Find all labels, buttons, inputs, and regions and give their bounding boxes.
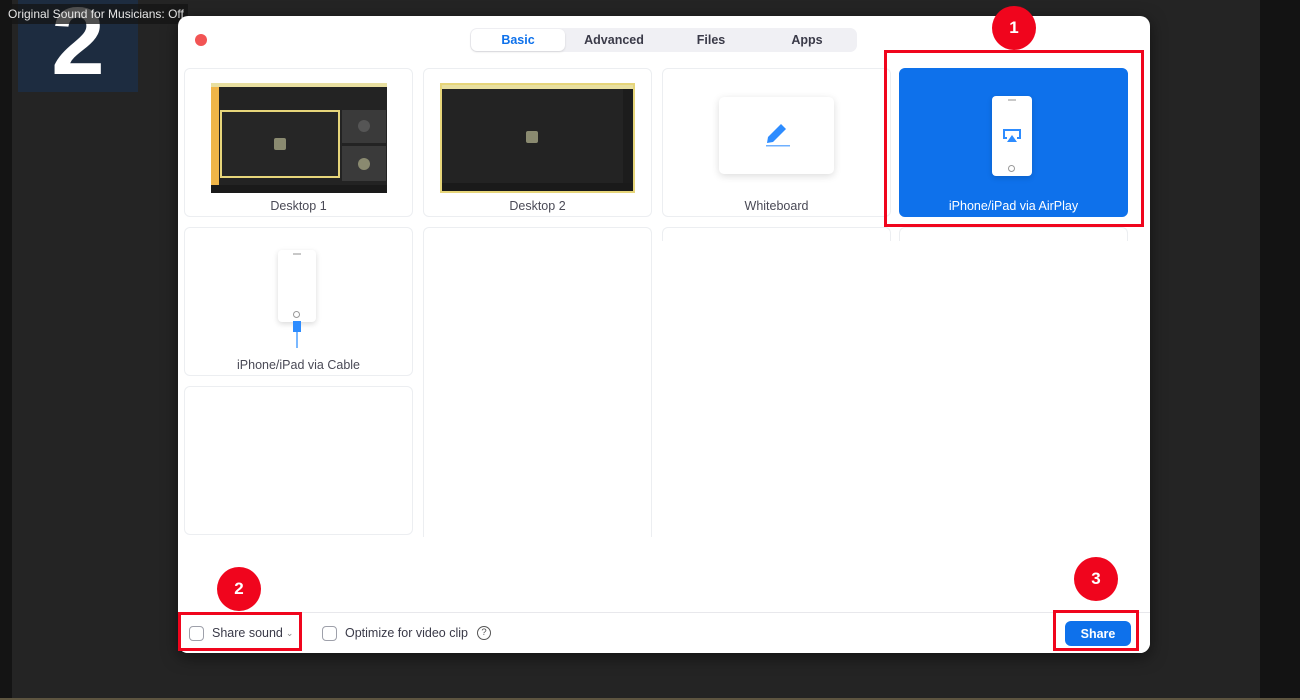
empty-slot	[899, 227, 1128, 241]
optimize-video-checkbox[interactable]	[322, 625, 337, 641]
left-edge-band	[0, 0, 12, 700]
empty-slot	[662, 227, 891, 241]
option-label: Whiteboard	[744, 199, 809, 213]
option-desktop-1[interactable]: Desktop 1	[184, 68, 413, 217]
phone-icon	[278, 250, 316, 322]
option-whiteboard[interactable]: Whiteboard	[662, 68, 891, 217]
optimize-video-option[interactable]: Optimize for video clip ?	[322, 625, 491, 641]
pencil-icon	[766, 124, 790, 147]
cable-wire-icon	[296, 332, 298, 348]
empty-slot	[423, 227, 652, 537]
option-label: Desktop 1	[270, 199, 327, 213]
close-button[interactable]	[195, 34, 207, 46]
option-desktop-2[interactable]: Desktop 2	[423, 68, 652, 217]
callout-badge-3: 3	[1074, 557, 1118, 601]
tab-apps[interactable]: Apps	[759, 29, 855, 51]
tab-files[interactable]: Files	[663, 29, 759, 51]
desktop-1-thumbnail	[211, 83, 387, 193]
right-edge-band	[1260, 0, 1300, 700]
option-label: Desktop 2	[509, 199, 566, 213]
cable-plug-icon	[293, 321, 301, 332]
option-cable[interactable]: iPhone/iPad via Cable	[184, 227, 413, 376]
share-tabs: Basic Advanced Files Apps	[470, 28, 857, 52]
tab-basic[interactable]: Basic	[471, 29, 565, 51]
help-icon[interactable]: ?	[476, 626, 491, 640]
callout-box-share-sound	[178, 612, 302, 651]
callout-box-airplay	[884, 50, 1144, 227]
tab-advanced[interactable]: Advanced	[565, 29, 663, 51]
optimize-video-label: Optimize for video clip	[345, 626, 468, 640]
callout-badge-1: 1	[992, 6, 1036, 50]
dialog-footer: Share sound ⌄ Optimize for video clip ? …	[178, 612, 1150, 653]
option-label: iPhone/iPad via Cable	[237, 358, 360, 372]
desktop-2-thumbnail	[440, 83, 635, 193]
callout-box-share-button	[1053, 610, 1139, 651]
empty-slot	[184, 386, 413, 535]
whiteboard-preview	[719, 97, 834, 174]
callout-badge-2: 2	[217, 567, 261, 611]
original-sound-status: Original Sound for Musicians: Off	[4, 4, 188, 24]
